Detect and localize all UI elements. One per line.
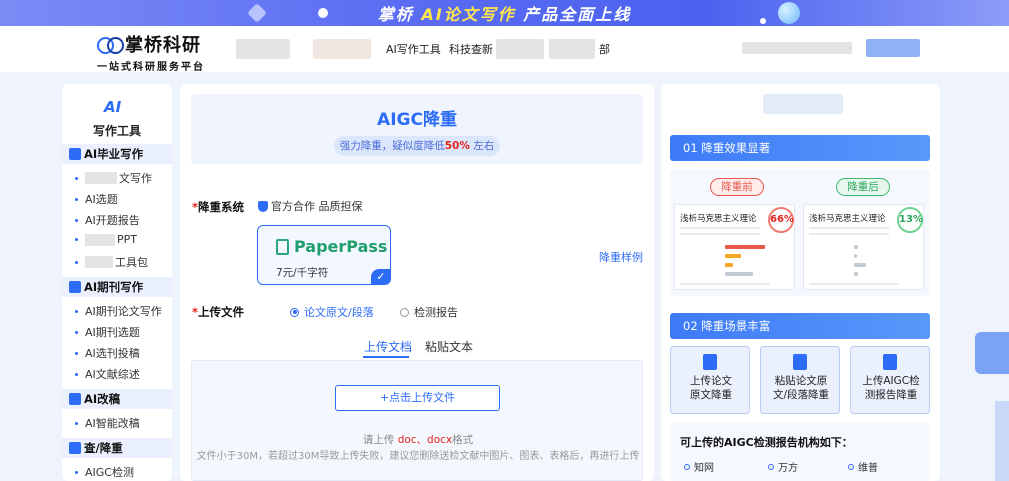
sample-link[interactable]: 降重样例 [599,249,643,265]
before-percent: 66% [768,207,794,233]
login-button-blurred[interactable] [866,39,920,57]
tab-upload-doc[interactable]: 上传文档 [364,338,412,355]
hero-section: AIGC降重 强力降重，疑似度降低50% 左右 [191,94,643,164]
nav-ai-writing-tools[interactable]: AI写作工具 [386,41,441,57]
panel-title-blurred [763,94,843,114]
scenario-upload-report[interactable]: 上传AIGC检 测报告降重 [850,346,930,414]
sidebar-section-revise[interactable]: AI改稿 [62,389,172,409]
infinity-logo-icon [97,37,124,54]
after-percent: 13% [897,207,923,233]
circle-icon [684,463,690,470]
radio-checked-icon [290,307,299,317]
supported-agencies: 可上传的AIGC检测报告机构如下： 知网 万方 维普 [670,423,930,481]
document-upload-icon [703,354,717,370]
tools-sidebar: AI 写作工具 AI毕业写作 文写作 AI选题 AI开题报告 PPT 工具包 A… [62,84,172,481]
banner-decoration-icon [247,3,267,23]
report-icon [883,354,897,370]
sidebar-item-ppt[interactable]: PPT [75,233,137,246]
upload-size-hint: 文件小于30M，若超过30M导致上传失败，建议您删除送检文献中图片、图表、表格后… [196,451,640,462]
sidebar-title: 写作工具 [92,124,141,138]
logo-name: 掌桥科研 [125,35,201,56]
upload-dropzone[interactable]: +点击上传文件 请上传 doc、docx格式 文件小于30M，若超过30M导致上… [191,360,643,481]
section-effect-title: 01 降重效果显著 [670,135,930,161]
sidebar-section-journal[interactable]: AI期刊写作 [62,277,172,297]
promo-banner[interactable]: 掌桥 AI论文写作 产品全面上线 [0,0,1009,26]
blurred-text [85,172,117,184]
sidebar-section-graduation[interactable]: AI毕业写作 [62,144,172,164]
sidebar-item-journal-topic[interactable]: AI期刊选题 [75,324,140,340]
official-note: 官方合作 品质担保 [258,198,363,214]
sidebar-item-toolkit[interactable]: 工具包 [75,254,148,270]
sidebar-section-check[interactable]: 查/降重 [62,438,172,458]
agency-vip: 维普 [848,459,878,474]
radio-unchecked-icon [400,307,409,317]
section-scenario-title: 02 降重场景丰富 [670,313,930,339]
sidebar-item-literature-review[interactable]: AI文献综述 [75,366,140,382]
sidebar-item-thesis-writing[interactable]: 文写作 [75,170,152,186]
nav-item-blurred[interactable] [236,39,290,59]
graduation-cap-icon [69,148,81,160]
after-report-card: 浅析马克思主义理论 13% [803,204,924,290]
floating-sidebar-strip[interactable] [995,401,1009,481]
nav-novelty-search[interactable]: 科技查新 [449,41,493,57]
site-header: 掌桥科研 一站式科研服务平台 AI写作工具 科技查新 部 [0,26,1009,73]
blurred-text [85,233,115,246]
sidebar-item-aigc-check[interactable]: AIGC检测 [75,464,134,480]
circle-icon [768,463,774,470]
active-tab-indicator [363,356,409,358]
page-title: AIGC降重 [377,110,457,130]
nav-all[interactable]: 部 [599,41,610,57]
nav-item-blurred[interactable] [313,39,371,59]
check-icon: ✓ [371,269,390,284]
floating-service-button[interactable] [975,332,1009,374]
nav-item-blurred[interactable] [549,39,595,59]
check-icon [69,442,81,454]
hero-subtitle: 强力降重，疑似度降低50% 左右 [334,136,500,156]
site-logo[interactable]: 掌桥科研 一站式科研服务平台 [97,31,205,73]
paperpass-price: 7元/千字符 [276,267,329,279]
sidebar-item-proposal[interactable]: AI开题报告 [75,212,140,228]
bubble-icon [778,2,800,24]
sidebar-item-topic[interactable]: AI选题 [75,191,118,207]
before-after-comparison: 降重前 降重后 浅析马克思主义理论 66% 浅析马克思主义理论 13% [670,170,930,296]
journal-icon [69,281,81,293]
scenario-paste-text[interactable]: 粘贴论文原 文/段落降重 [760,346,840,414]
dot-icon [760,18,766,24]
ai-revise-icon [69,393,81,405]
agency-cnki: 知网 [684,459,714,474]
system-label: *降重系统 [192,200,245,214]
sidebar-item-journal-submit[interactable]: AI选刊投稿 [75,345,140,361]
upload-button[interactable]: +点击上传文件 [335,385,500,411]
user-info-blurred[interactable] [742,42,852,54]
radio-report[interactable]: 检测报告 [400,304,458,320]
nav-item-blurred[interactable] [496,39,544,59]
shield-icon [258,200,268,212]
paperpass-name: PaperPass [294,237,388,256]
radio-paper-text[interactable]: 论文原文/段落 [290,304,374,320]
before-badge: 降重前 [710,178,764,196]
agency-wanfang: 万方 [768,459,798,474]
file-label: *上传文件 [192,305,245,319]
scenario-upload-paper[interactable]: 上传论文 原文降重 [670,346,750,414]
sidebar-item-journal-writing[interactable]: AI期刊论文写作 [75,303,162,319]
logo-tagline: 一站式科研服务平台 [97,62,205,73]
circle-icon [848,463,854,470]
after-badge: 降重后 [836,178,890,196]
banner-text: 掌桥 AI论文写作 产品全面上线 [377,5,632,24]
sidebar-item-smart-revise[interactable]: AI智能改稿 [75,415,140,431]
paperpass-logo-icon [276,238,289,255]
tab-paste-text[interactable]: 粘贴文本 [425,338,473,355]
ai-icon: AI [104,98,122,116]
blurred-text [85,256,113,268]
upload-format-hint: 请上传 doc、docx格式 [362,434,474,446]
paste-plus-icon [793,354,807,370]
info-panel: 01 降重效果显著 降重前 降重后 浅析马克思主义理论 66% 浅析马克思主义理… [661,84,940,481]
star-icon [318,8,328,18]
paperpass-option-card[interactable]: PaperPass 7元/千字符 ✓ [257,225,391,285]
aigc-reduce-panel: AIGC降重 强力降重，疑似度降低50% 左右 *降重系统 官方合作 品质担保 … [180,84,654,481]
before-report-card: 浅析马克思主义理论 66% [674,204,795,290]
